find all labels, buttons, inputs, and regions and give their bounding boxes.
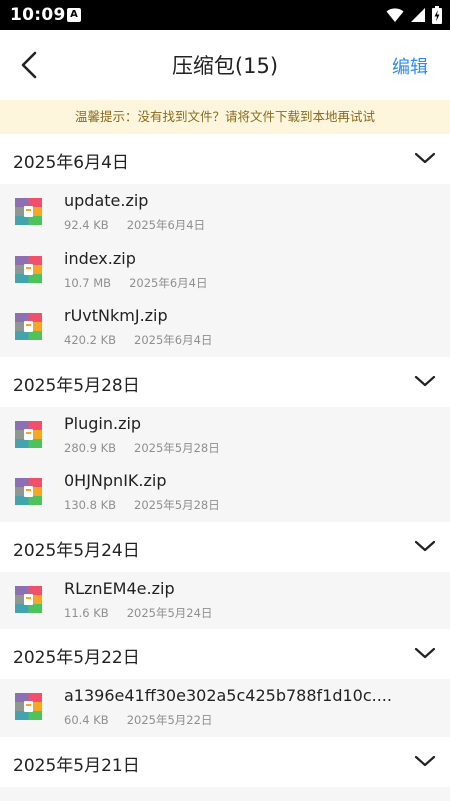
- file-date: 2025年6月4日: [126, 218, 206, 232]
- wifi-icon: [386, 8, 404, 22]
- status-bar: 10:09 A: [0, 0, 450, 30]
- group-body: RLznEM4e.zip 11.6 KB 2025年5月24日: [0, 571, 450, 630]
- zip-archive-icon: [15, 313, 42, 340]
- file-meta: 420.2 KB 2025年6月4日: [64, 332, 212, 348]
- file-date: 2025年5月28日: [134, 498, 220, 512]
- zip-archive-icon: [15, 420, 42, 448]
- zip-archive-icon: [15, 585, 42, 613]
- file-size: 130.8 KB: [64, 498, 117, 512]
- file-date: 2025年5月24日: [126, 605, 213, 620]
- zip-archive-icon: [15, 255, 42, 283]
- file-name: rUvtNkmJ.zip: [64, 306, 168, 325]
- file-row[interactable]: rUvtNkmJ.zip 420.2 KB 2025年6月4日: [0, 299, 450, 357]
- group-header[interactable]: 2025年5月21日: [0, 736, 450, 787]
- file-list: 2025年6月4日 update.zip 92.4 KB 2025年6月4日 in…: [0, 134, 450, 801]
- file-name: RLznEM4e.zip: [64, 578, 175, 598]
- file-date: 2025年6月4日: [129, 275, 208, 290]
- notification-a-icon: A: [67, 8, 81, 22]
- battery-charging-icon: [432, 6, 442, 24]
- group-body: a1396e41ff30e302a5c425b788f1d10c.... 60.…: [0, 679, 450, 737]
- file-row[interactable]: a1396e41ff30e302a5c425b788f1d10c.... 60.…: [0, 679, 450, 737]
- group-header[interactable]: 2025年5月24日: [0, 521, 450, 572]
- zip-archive-icon: [15, 198, 42, 225]
- group-body: update.zip 92.4 KB 2025年6月4日 index.zip 10…: [0, 184, 450, 357]
- file-row[interactable]: Plugin.zip 280.9 KB 2025年5月28日: [0, 407, 450, 465]
- file-size: 420.2 KB: [64, 333, 117, 347]
- status-time: 10:09: [10, 5, 66, 25]
- group-header[interactable]: 2025年6月4日: [0, 134, 450, 184]
- file-row[interactable]: 0HJNpnIK.zip 130.8 KB 2025年5月28日: [0, 464, 450, 522]
- file-size: 280.9 KB: [64, 440, 117, 455]
- file-name: update.zip: [64, 191, 149, 210]
- group-date: 2025年5月28日: [13, 375, 140, 396]
- file-size: 60.4 KB: [64, 713, 109, 727]
- chevron-down-icon: [414, 152, 436, 164]
- file-meta: 130.8 KB 2025年5月28日: [64, 497, 220, 513]
- tip-banner: 温馨提示：没有找到文件？请将文件下载到本地再试试: [0, 100, 450, 134]
- group-date: 2025年5月22日: [13, 648, 140, 668]
- file-row[interactable]: update.zip 92.4 KB 2025年6月4日: [0, 184, 450, 242]
- file-size: 92.4 KB: [64, 218, 109, 232]
- file-size: 11.6 KB: [64, 605, 109, 620]
- file-meta: 92.4 KB 2025年6月4日: [64, 217, 205, 233]
- group-date: 2025年5月24日: [13, 540, 140, 561]
- file-name: Plugin.zip: [64, 413, 142, 433]
- group-date: 2025年5月21日: [13, 755, 140, 776]
- group-header[interactable]: 2025年5月22日: [0, 629, 450, 679]
- group-header[interactable]: 2025年5月28日: [0, 356, 450, 407]
- status-icons: [386, 6, 442, 24]
- file-row[interactable]: index.zip 10.7 MB 2025年6月4日: [0, 242, 450, 300]
- file-date: 2025年5月28日: [134, 440, 220, 455]
- app-bar: 压缩包(15) 编辑: [0, 30, 450, 100]
- file-meta: 60.4 KB 2025年5月22日: [64, 712, 212, 728]
- zip-archive-icon: [15, 478, 42, 505]
- edit-button[interactable]: 编辑: [392, 53, 428, 79]
- file-meta: 11.6 KB 2025年5月24日: [64, 605, 212, 621]
- file-size: 10.7 MB: [64, 275, 112, 290]
- cell-signal-icon: [411, 8, 425, 22]
- file-row[interactable]: RLznEM4e.zip 11.6 KB 2025年5月24日: [0, 572, 450, 630]
- chevron-down-icon: [414, 755, 436, 766]
- file-meta: 280.9 KB 2025年5月28日: [64, 440, 220, 456]
- group-body: Plugin.zip 280.9 KB 2025年5月28日 0HJNpnIK.z…: [0, 406, 450, 522]
- page-title: 压缩包(15): [171, 54, 279, 78]
- file-date: 2025年6月4日: [134, 333, 213, 347]
- group-date: 2025年6月4日: [13, 153, 129, 173]
- file-name: index.zip: [64, 248, 136, 268]
- chevron-down-icon: [414, 647, 436, 659]
- chevron-down-icon: [414, 540, 436, 551]
- chevron-down-icon: [414, 375, 436, 386]
- file-name: a1396e41ff30e302a5c425b788f1d10c....: [64, 686, 392, 705]
- file-date: 2025年5月22日: [126, 713, 213, 727]
- file-name: 0HJNpnIK.zip: [64, 471, 167, 490]
- group-body: [0, 786, 450, 801]
- file-meta: 10.7 MB 2025年6月4日: [64, 275, 207, 291]
- zip-archive-icon: [15, 693, 42, 720]
